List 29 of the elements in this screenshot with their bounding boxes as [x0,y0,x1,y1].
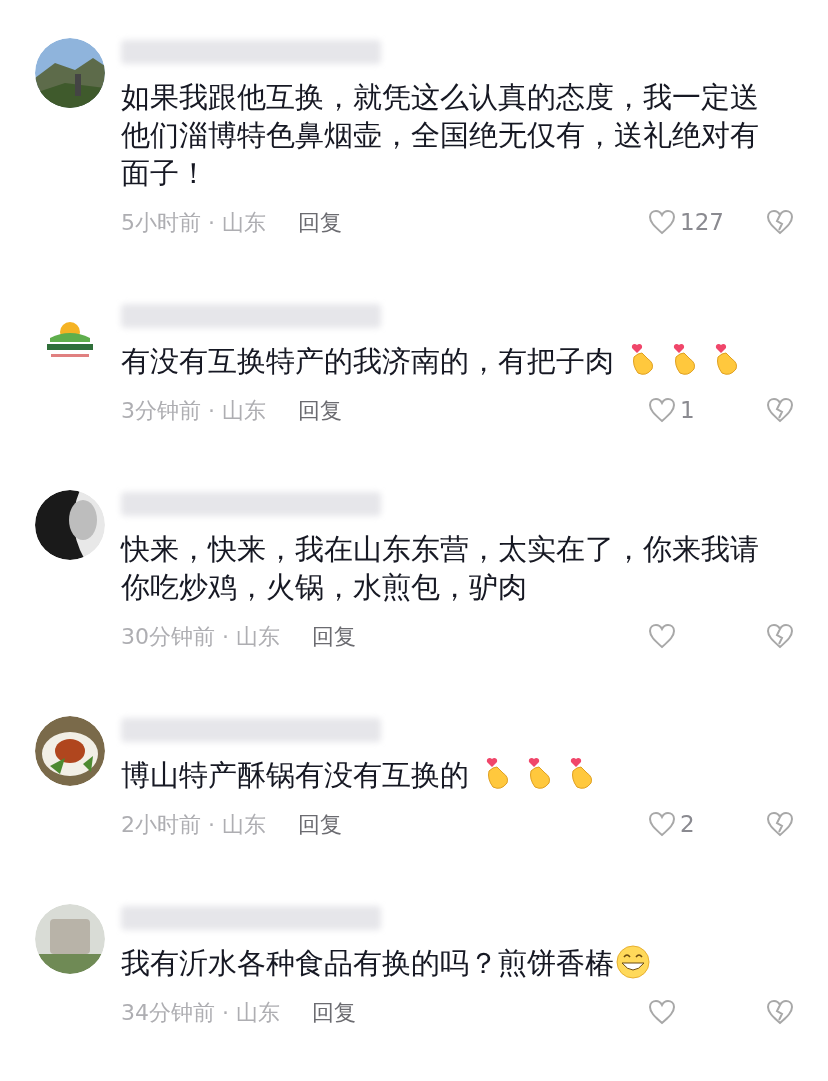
reply-button[interactable]: 回复 [298,205,342,239]
comment-text: 博山特产酥锅有没有互换的 [121,758,469,792]
reply-button[interactable]: 回复 [298,393,342,427]
broken-heart-icon[interactable] [766,999,794,1025]
reply-button[interactable]: 回复 [298,807,342,841]
heart-icon[interactable] [648,209,676,235]
comment-meta: 30分钟前 · 山东 [121,622,280,651]
broken-heart-icon[interactable] [766,209,794,235]
broken-heart-icon[interactable] [766,811,794,837]
broken-heart-icon[interactable] [766,397,794,423]
comment-meta: 5小时前 · 山东 [121,208,266,237]
grinning-face-icon [616,945,650,979]
comment-meta: 3分钟前 · 山东 [121,396,266,425]
heart-icon[interactable] [648,999,676,1025]
reply-button[interactable]: 回复 [312,995,356,1029]
heart-icon[interactable] [648,623,676,649]
broken-heart-icon[interactable] [766,623,794,649]
comment-meta: 34分钟前 · 山东 [121,998,280,1027]
comment-meta: 2小时前 · 山东 [121,810,266,839]
like-count: 127 [680,207,725,237]
like-count: 2 [680,809,696,839]
comment-text: 有没有互换特产的我济南的，有把子肉 [121,344,614,378]
comment-text: 如果我跟他互换，就凭这么认真的态度，我一定送他们淄博特色鼻烟壶，全国绝无仅有，送礼绝对有面子！ [121,80,759,190]
reply-button[interactable]: 回复 [312,619,356,653]
heart-icon[interactable] [648,811,676,837]
like-count: 1 [680,395,696,425]
heart-icon[interactable] [648,397,676,423]
comment-text: 我有沂水各种食品有换的吗？煎饼香椿 [121,946,614,980]
comment-text: 快来，快来，我在山东东营，太实在了，你来我请你吃炒鸡，火锅，水煎包，驴肉 [121,532,759,604]
